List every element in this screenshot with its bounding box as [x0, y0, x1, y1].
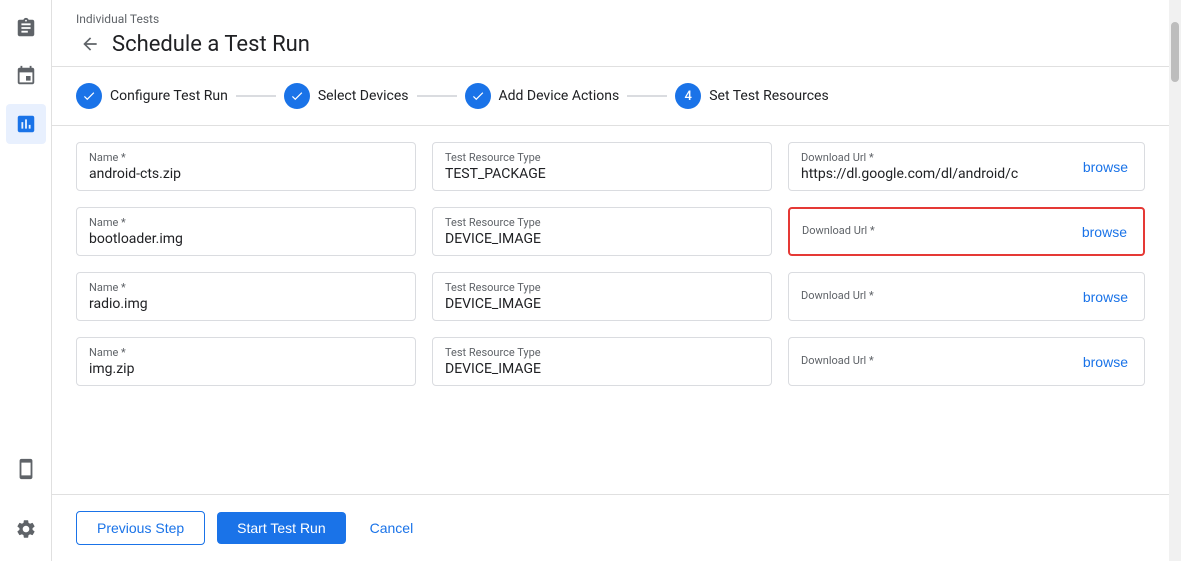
name-field-3: Name * radio.img: [76, 272, 416, 321]
name-field-4: Name * img.zip: [76, 337, 416, 386]
step-select-devices: Select Devices: [284, 83, 409, 109]
sidebar-icon-clipboard[interactable]: [6, 8, 46, 48]
type-label-1: Test Resource Type: [445, 151, 759, 164]
sidebar-icon-phone[interactable]: [6, 449, 46, 489]
scrollbar-thumb: [1171, 22, 1179, 82]
name-label-3: Name *: [89, 281, 403, 294]
browse-button-1[interactable]: browse: [1079, 159, 1132, 175]
name-value-1: android-cts.zip: [89, 166, 403, 182]
step-connector-3: [627, 95, 667, 97]
name-field-2: Name * bootloader.img: [76, 207, 416, 256]
resource-row-1: Name * android-cts.zip Test Resource Typ…: [76, 142, 1145, 191]
url-value-1: https://dl.google.com/dl/android/c: [801, 166, 1079, 182]
url-field-4: Download Url * browse: [788, 337, 1145, 386]
name-field-1: Name * android-cts.zip: [76, 142, 416, 191]
browse-button-4[interactable]: browse: [1079, 354, 1132, 370]
resource-row-4: Name * img.zip Test Resource Type DEVICE…: [76, 337, 1145, 386]
url-label-3: Download Url *: [801, 289, 1079, 302]
browse-button-2[interactable]: browse: [1078, 224, 1131, 240]
type-field-2: Test Resource Type DEVICE_IMAGE: [432, 207, 772, 256]
url-field-2: Download Url * browse: [788, 207, 1145, 256]
cancel-button[interactable]: Cancel: [358, 512, 426, 544]
step-set-test-resources: 4 Set Test Resources: [675, 83, 828, 109]
sidebar-icon-chart[interactable]: [6, 104, 46, 144]
type-field-1: Test Resource Type TEST_PACKAGE: [432, 142, 772, 191]
start-test-run-button[interactable]: Start Test Run: [217, 512, 345, 544]
type-value-2: DEVICE_IMAGE: [445, 231, 759, 247]
name-label-4: Name *: [89, 346, 403, 359]
step-connector-2: [417, 95, 457, 97]
name-value-2: bootloader.img: [89, 231, 403, 247]
header: Individual Tests Schedule a Test Run: [52, 0, 1169, 67]
step-connector-1: [236, 95, 276, 97]
type-value-1: TEST_PACKAGE: [445, 166, 759, 182]
sidebar-icon-settings[interactable]: [6, 509, 46, 549]
footer: Previous Step Start Test Run Cancel: [52, 494, 1169, 561]
type-field-4: Test Resource Type DEVICE_IMAGE: [432, 337, 772, 386]
type-label-3: Test Resource Type: [445, 281, 759, 294]
step-configure: Configure Test Run: [76, 83, 228, 109]
url-label-4: Download Url *: [801, 354, 1079, 367]
browse-button-3[interactable]: browse: [1079, 289, 1132, 305]
name-label-2: Name *: [89, 216, 403, 229]
stepper: Configure Test Run Select Devices Add De…: [52, 67, 1169, 126]
type-value-4: DEVICE_IMAGE: [445, 361, 759, 377]
step-label-2: Select Devices: [318, 88, 409, 104]
form-area: Name * android-cts.zip Test Resource Typ…: [52, 126, 1169, 494]
previous-step-button[interactable]: Previous Step: [76, 511, 205, 545]
step-circle-3: [465, 83, 491, 109]
url-field-3: Download Url * browse: [788, 272, 1145, 321]
breadcrumb: Individual Tests: [76, 12, 1145, 26]
type-label-2: Test Resource Type: [445, 216, 759, 229]
step-circle-2: [284, 83, 310, 109]
sidebar: [0, 0, 52, 561]
step-circle-1: [76, 83, 102, 109]
name-value-3: radio.img: [89, 296, 403, 312]
step-label-4: Set Test Resources: [709, 88, 828, 104]
name-value-4: img.zip: [89, 361, 403, 377]
step-circle-4: 4: [675, 83, 701, 109]
step-label-1: Configure Test Run: [110, 88, 228, 104]
page-title: Schedule a Test Run: [112, 32, 310, 57]
type-value-3: DEVICE_IMAGE: [445, 296, 759, 312]
scrollbar[interactable]: [1169, 0, 1181, 561]
step-add-device-actions: Add Device Actions: [465, 83, 620, 109]
main-content: Individual Tests Schedule a Test Run Con…: [52, 0, 1169, 561]
name-label-1: Name *: [89, 151, 403, 164]
url-label-1: Download Url *: [801, 151, 1079, 164]
resource-row-2: Name * bootloader.img Test Resource Type…: [76, 207, 1145, 256]
step-label-3: Add Device Actions: [499, 88, 620, 104]
back-button[interactable]: [76, 30, 104, 58]
resource-row-3: Name * radio.img Test Resource Type DEVI…: [76, 272, 1145, 321]
url-label-2: Download Url *: [802, 224, 1078, 237]
sidebar-icon-calendar[interactable]: [6, 56, 46, 96]
url-field-1: Download Url * https://dl.google.com/dl/…: [788, 142, 1145, 191]
type-label-4: Test Resource Type: [445, 346, 759, 359]
type-field-3: Test Resource Type DEVICE_IMAGE: [432, 272, 772, 321]
